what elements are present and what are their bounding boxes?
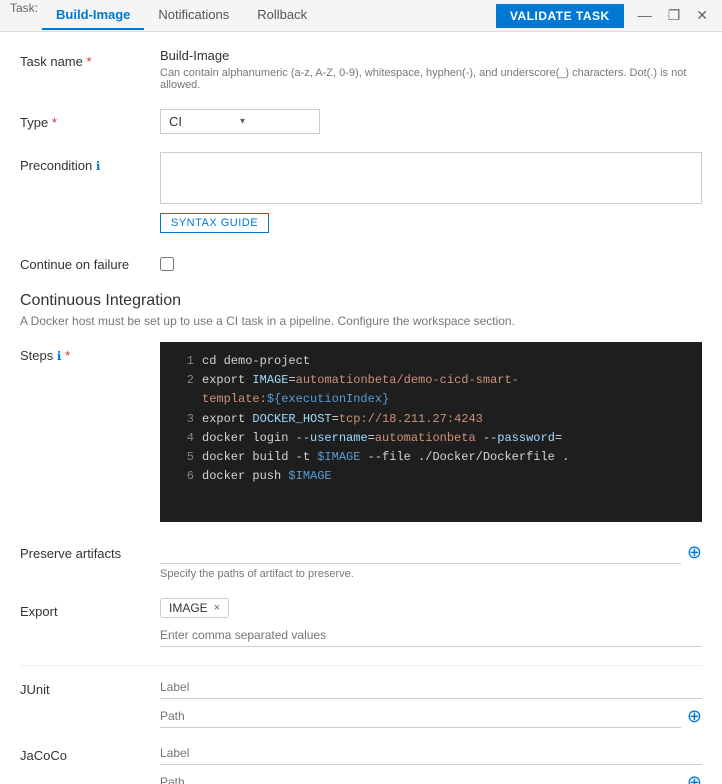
tab-notifications[interactable]: Notifications <box>144 1 243 30</box>
jacoco-add-icon[interactable]: ⊕ <box>687 772 702 784</box>
junit-field: ⊕ <box>160 676 702 728</box>
type-label: Type * <box>20 109 160 130</box>
jacoco-field: ⊕ <box>160 742 702 784</box>
steps-code-editor[interactable]: 1 cd demo-project 2 export IMAGE=automat… <box>160 342 702 522</box>
junit-row: JUnit ⊕ <box>20 676 702 728</box>
task-name-hint: Can contain alphanumeric (a-z, A-Z, 0-9)… <box>160 67 702 91</box>
preserve-artifacts-label: Preserve artifacts <box>20 540 160 561</box>
task-name-label: Task name * <box>20 48 160 69</box>
preserve-artifacts-add-icon[interactable]: ⊕ <box>687 542 702 563</box>
junit-add-icon[interactable]: ⊕ <box>687 706 702 727</box>
main-content: Task name * Build-Image Can contain alph… <box>0 32 722 784</box>
export-field: IMAGE × <box>160 598 702 647</box>
precondition-textarea[interactable] <box>160 152 702 204</box>
junit-label: JUnit <box>20 676 160 697</box>
validate-task-button[interactable]: VALIDATE TASK <box>496 4 624 28</box>
junit-path-row: ⊕ <box>160 705 702 728</box>
export-input[interactable] <box>160 624 702 647</box>
tab-rollback[interactable]: Rollback <box>243 1 321 30</box>
task-prefix-label: Task: <box>10 1 38 30</box>
ci-section-subtext: A Docker host must be set up to use a CI… <box>20 314 702 328</box>
steps-info-icon[interactable]: ℹ <box>57 349 62 363</box>
jacoco-path-input[interactable] <box>160 771 681 784</box>
tab-bar: Task: Build-Image Notifications Rollback <box>10 1 496 30</box>
dropdown-arrow-icon: ▾ <box>240 116 311 127</box>
preserve-artifacts-row: Preserve artifacts ⊕ Specify the paths o… <box>20 540 702 580</box>
export-tag-close-icon[interactable]: × <box>214 602 220 614</box>
code-line-6: 6 docker push $IMAGE <box>170 467 692 486</box>
jacoco-label: JaCoCo <box>20 742 160 763</box>
precondition-row: Precondition ℹ SYNTAX GUIDE <box>20 152 702 233</box>
code-line-2: 2 export IMAGE=automationbeta/demo-cicd-… <box>170 371 692 409</box>
precondition-label: Precondition ℹ <box>20 152 160 173</box>
close-button[interactable]: ✕ <box>692 5 712 26</box>
export-tag: IMAGE × <box>160 598 229 618</box>
precondition-field: SYNTAX GUIDE <box>160 152 702 233</box>
type-select-value: CI <box>169 114 240 129</box>
task-name-row: Task name * Build-Image Can contain alph… <box>20 48 702 91</box>
steps-label: Steps ℹ * <box>20 342 160 363</box>
task-name-required: * <box>87 54 92 69</box>
code-line-3: 3 export DOCKER_HOST=tcp://18.211.27:424… <box>170 410 692 429</box>
export-row: Export IMAGE × <box>20 598 702 647</box>
steps-required: * <box>65 348 70 363</box>
tab-build-image[interactable]: Build-Image <box>42 1 144 30</box>
type-required: * <box>52 115 57 130</box>
continue-on-failure-field <box>160 251 702 274</box>
junit-path-input[interactable] <box>160 705 681 728</box>
window-controls: — ❐ ✕ <box>634 5 712 26</box>
steps-field: 1 cd demo-project 2 export IMAGE=automat… <box>160 342 702 522</box>
preserve-artifacts-input[interactable] <box>160 540 681 564</box>
continue-on-failure-row: Continue on failure <box>20 251 702 274</box>
precondition-info-icon[interactable]: ℹ <box>96 159 101 173</box>
steps-row: Steps ℹ * 1 cd demo-project 2 export IMA… <box>20 342 702 522</box>
restore-button[interactable]: ❐ <box>664 5 685 26</box>
ci-section-heading: Continuous Integration <box>20 292 702 310</box>
preserve-artifacts-hint: Specify the paths of artifact to preserv… <box>160 568 702 580</box>
continue-on-failure-label: Continue on failure <box>20 251 160 272</box>
artifact-input-row: ⊕ <box>160 540 702 564</box>
type-field: CI ▾ <box>160 109 702 134</box>
divider-1 <box>20 665 702 666</box>
code-line-1: 1 cd demo-project <box>170 352 692 371</box>
code-line-4: 4 docker login --username=automationbeta… <box>170 429 692 448</box>
type-row: Type * CI ▾ <box>20 109 702 134</box>
type-select[interactable]: CI ▾ <box>160 109 320 134</box>
code-line-5: 5 docker build -t $IMAGE --file ./Docker… <box>170 448 692 467</box>
jacoco-label-input[interactable] <box>160 742 702 765</box>
junit-label-input[interactable] <box>160 676 702 699</box>
minimize-button[interactable]: — <box>634 5 656 26</box>
syntax-guide-button[interactable]: SYNTAX GUIDE <box>160 213 269 233</box>
task-name-field: Build-Image Can contain alphanumeric (a-… <box>160 48 702 91</box>
continue-on-failure-checkbox[interactable] <box>160 257 174 271</box>
task-name-value: Build-Image <box>160 48 702 63</box>
export-label: Export <box>20 598 160 619</box>
export-tag-value: IMAGE <box>169 601 208 615</box>
jacoco-row: JaCoCo ⊕ <box>20 742 702 784</box>
header: Task: Build-Image Notifications Rollback… <box>0 0 722 32</box>
preserve-artifacts-field: ⊕ Specify the paths of artifact to prese… <box>160 540 702 580</box>
jacoco-path-row: ⊕ <box>160 771 702 784</box>
